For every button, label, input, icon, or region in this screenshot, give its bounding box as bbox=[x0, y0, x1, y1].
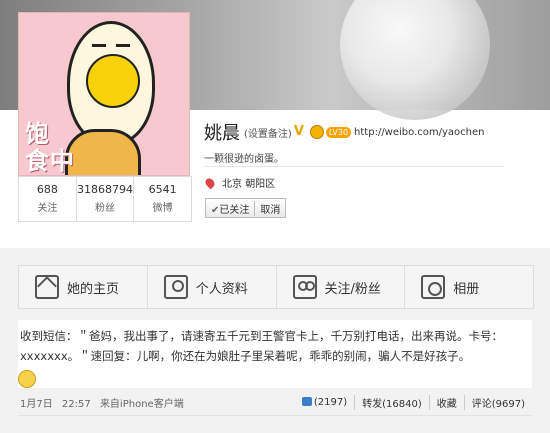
post-actions: (2197) 转发(16840) 收藏 评论(9697) bbox=[295, 395, 532, 410]
profile-url[interactable]: http://weibo.com/yaochen bbox=[354, 127, 484, 138]
stat-following[interactable]: 688 关注 bbox=[19, 177, 77, 221]
location-pin-icon bbox=[203, 176, 217, 189]
thumbs-up-icon bbox=[301, 397, 312, 406]
emoji-icon bbox=[18, 370, 36, 388]
egg-character-icon bbox=[67, 21, 155, 145]
profile-nav: 她的主页 个人资料 关注/粉丝 相册 bbox=[18, 265, 534, 309]
avatar-caption: 饱食中 bbox=[25, 120, 75, 175]
stat-posts[interactable]: 6541 微博 bbox=[134, 177, 191, 221]
unfollow-button[interactable]: 取消 bbox=[254, 200, 285, 216]
member-icon[interactable] bbox=[309, 125, 324, 139]
favorite-button[interactable]: 收藏 bbox=[428, 395, 464, 410]
like-button[interactable]: (2197) bbox=[295, 397, 354, 408]
comment-button[interactable]: 评论(9697) bbox=[463, 395, 532, 410]
set-remark-link[interactable]: (设置备注) bbox=[244, 125, 292, 140]
post-source: 来自iPhone客户端 bbox=[99, 399, 184, 410]
avatar[interactable]: 饱食中 bbox=[18, 12, 190, 176]
location: 北京 朝阳区 bbox=[203, 175, 275, 190]
camera-icon bbox=[421, 275, 446, 299]
tab-album[interactable]: 相册 bbox=[405, 266, 533, 308]
tab-follow[interactable]: 关注/粉丝 bbox=[277, 266, 406, 308]
profile-info: 姚晨 (设置备注) V LV30 http://weibo.com/yaoche… bbox=[204, 120, 484, 165]
follow-controls: ✔已关注 取消 bbox=[205, 198, 287, 218]
tab-profile[interactable]: 个人资料 bbox=[148, 266, 277, 308]
person-icon bbox=[163, 275, 188, 299]
repost-button[interactable]: 转发(16840) bbox=[354, 395, 429, 410]
stat-followers[interactable]: 31868794 粉丝 bbox=[77, 177, 135, 221]
people-icon bbox=[292, 275, 317, 299]
profile-stats: 688 关注 31868794 粉丝 6541 微博 bbox=[18, 176, 192, 222]
followed-button[interactable]: ✔已关注 bbox=[206, 201, 254, 216]
profile-name: 姚晨 bbox=[204, 123, 240, 144]
post-meta: 1月7日 22:57 来自iPhone客户端 bbox=[20, 395, 190, 410]
divider bbox=[204, 166, 504, 167]
post-time[interactable]: 22:57 bbox=[62, 399, 91, 410]
cover-banner: 饱食中 688 关注 31868794 粉丝 6541 微博 姚晨 (设置备注)… bbox=[0, 0, 550, 248]
profile-bio: 一颗很逊的卤蛋。 bbox=[204, 154, 284, 165]
divider bbox=[18, 415, 532, 416]
tab-home[interactable]: 她的主页 bbox=[19, 266, 148, 308]
weibo-post: 收到短信：＂爸妈，我出事了，请速寄五千元到王警官卡上，千万别打电话，出来再说。卡… bbox=[18, 320, 532, 388]
post-date[interactable]: 1月7日 bbox=[20, 399, 53, 410]
post-text: 收到短信：＂爸妈，我出事了，请速寄五千元到王警官卡上，千万别打电话，出来再说。卡… bbox=[20, 329, 503, 363]
verified-icon[interactable]: V bbox=[294, 125, 308, 139]
level-badge[interactable]: LV30 bbox=[325, 126, 352, 138]
home-icon bbox=[35, 275, 59, 299]
